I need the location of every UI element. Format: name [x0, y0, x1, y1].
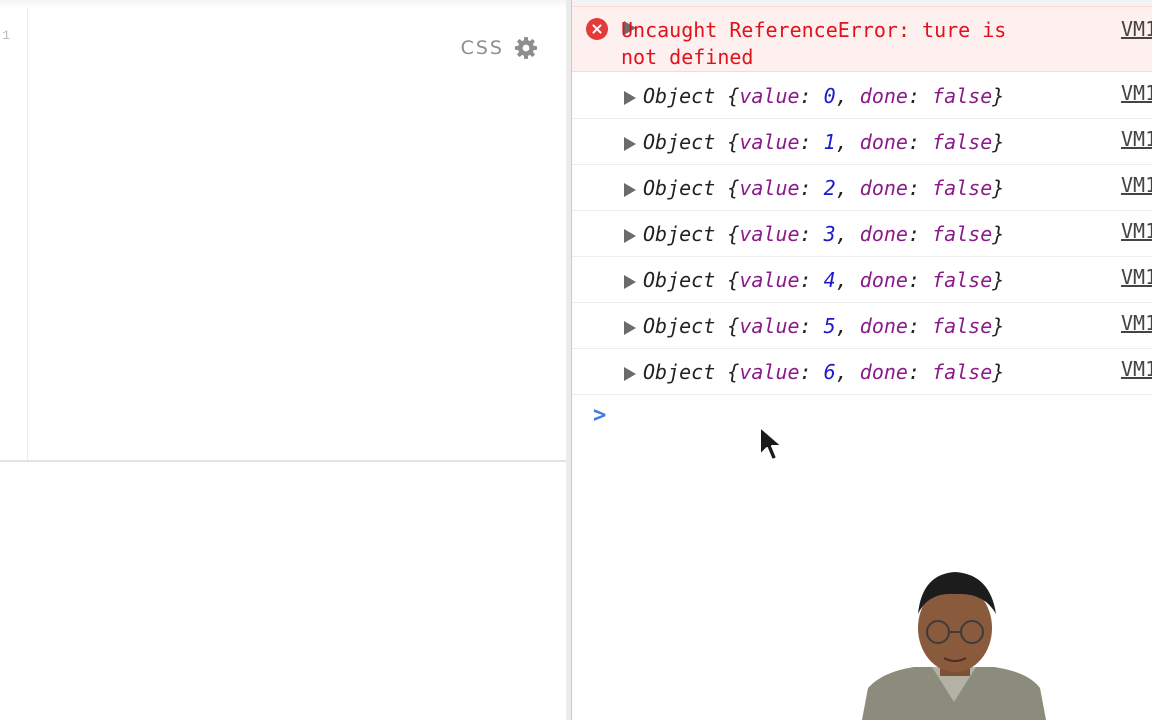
triangle-right-icon[interactable] — [624, 91, 636, 105]
triangle-right-icon[interactable] — [624, 367, 636, 381]
error-source-link[interactable]: VM1 — [1121, 17, 1152, 41]
presenter-webcam-image — [862, 572, 1046, 720]
editor-top-border — [0, 0, 566, 8]
triangle-right-icon[interactable] — [624, 183, 636, 197]
css-editor-pane: 1 CSS — [0, 0, 566, 720]
console-log-row[interactable]: Object {value: 1, done: false} VM1 — [572, 119, 1152, 165]
log-object-text: Object {value: 4, done: false} — [643, 268, 1005, 292]
gear-icon[interactable] — [514, 36, 538, 60]
console-log-row[interactable]: Object {value: 3, done: false} VM1 — [572, 211, 1152, 257]
log-object-text: Object {value: 5, done: false} — [643, 314, 1005, 338]
console-log-row[interactable]: Object {value: 5, done: false} VM1 — [572, 303, 1152, 349]
error-message-text: Uncaught ReferenceError: ture is not def… — [621, 18, 1007, 69]
error-circle-icon — [586, 18, 608, 40]
log-source-link[interactable]: VM1 — [1121, 219, 1152, 243]
js-editor-area[interactable] — [0, 463, 566, 720]
console-log-row[interactable]: Object {value: 2, done: false} VM1 — [572, 165, 1152, 211]
editor-language-header: CSS — [461, 36, 538, 60]
triangle-right-icon[interactable] — [624, 229, 636, 243]
editor-language-label: CSS — [460, 37, 504, 59]
console-log-row[interactable]: Object {value: 6, done: false} VM1 — [572, 349, 1152, 395]
line-number: 1 — [2, 28, 10, 43]
line-number-gutter: 1 — [0, 8, 28, 460]
console-error-message[interactable]: Uncaught ReferenceError: ture is not def… — [572, 6, 1152, 72]
triangle-right-icon[interactable] — [624, 275, 636, 289]
mouse-cursor-icon — [759, 426, 783, 461]
log-source-link[interactable]: VM1 — [1121, 127, 1152, 151]
log-object-text: Object {value: 2, done: false} — [643, 176, 1005, 200]
log-source-link[interactable]: VM1 — [1121, 357, 1152, 381]
css-code-editor[interactable]: 1 CSS — [0, 8, 566, 462]
console-log-row[interactable]: Object {value: 0, done: false} VM1 — [572, 73, 1152, 119]
log-object-text: Object {value: 3, done: false} — [643, 222, 1005, 246]
log-source-link[interactable]: VM1 — [1121, 265, 1152, 289]
triangle-right-icon[interactable] — [624, 321, 636, 335]
log-object-text: Object {value: 1, done: false} — [643, 130, 1005, 154]
log-source-link[interactable]: VM1 — [1121, 311, 1152, 335]
console-input-prompt[interactable]: > — [593, 403, 606, 428]
log-source-link[interactable]: VM1 — [1121, 81, 1152, 105]
console-log-row[interactable]: Object {value: 4, done: false} VM1 — [572, 257, 1152, 303]
log-object-text: Object {value: 6, done: false} — [643, 360, 1005, 384]
log-source-link[interactable]: VM1 — [1121, 173, 1152, 197]
log-object-text: Object {value: 0, done: false} — [643, 84, 1005, 108]
triangle-right-icon[interactable] — [624, 137, 636, 151]
